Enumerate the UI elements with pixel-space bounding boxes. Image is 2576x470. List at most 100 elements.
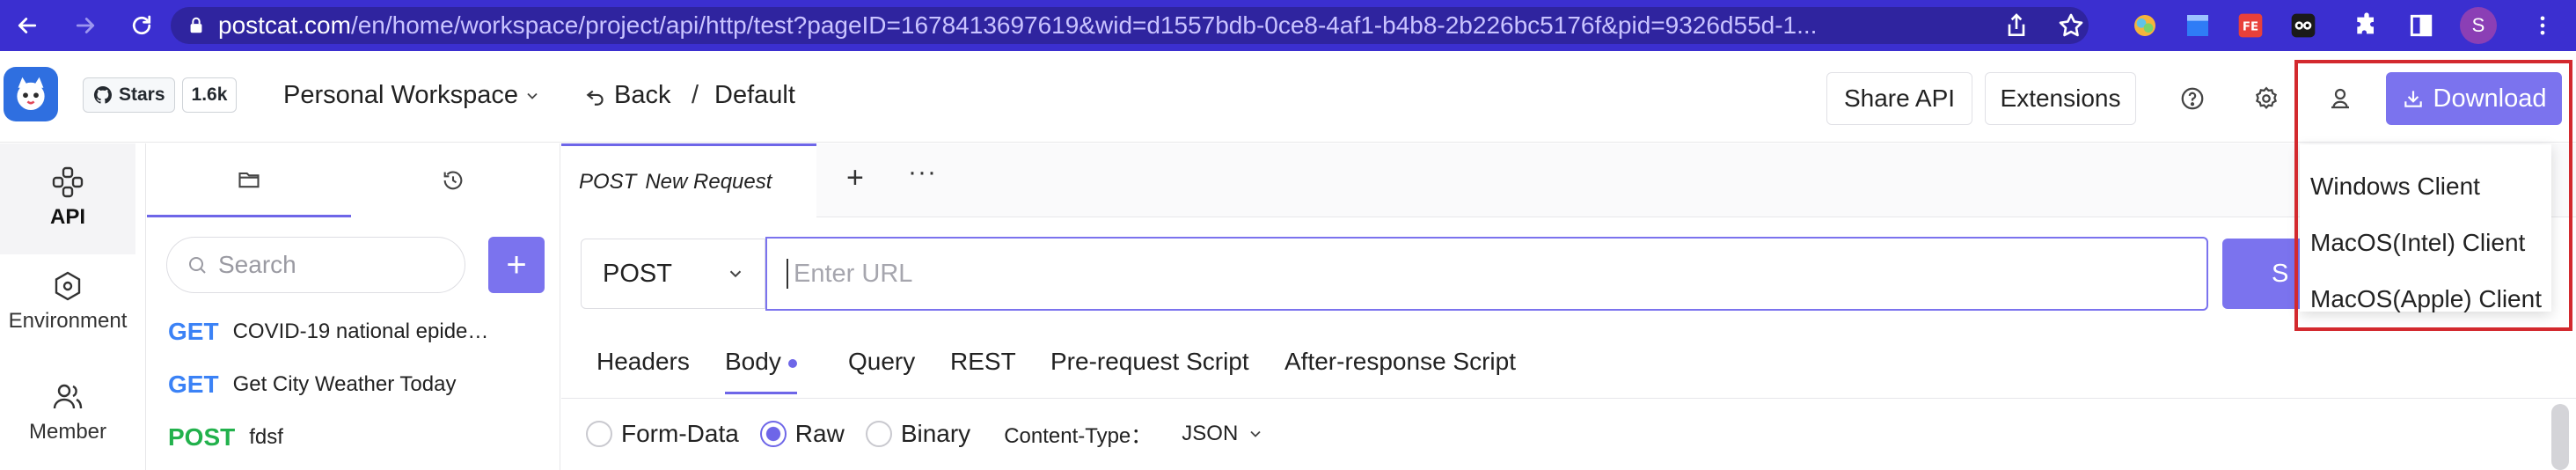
content-type-select[interactable]: JSON: [1182, 422, 1264, 446]
api-list-panel: Search + GET COVID-19 national epide… GE…: [147, 143, 560, 470]
extension-color-icon[interactable]: [2129, 10, 2161, 41]
nav-api[interactable]: API: [0, 143, 135, 254]
tab-headers[interactable]: Headers: [596, 348, 690, 376]
nav-member-label: Member: [28, 420, 107, 444]
stars-label: Stars: [119, 84, 165, 105]
radio-label: Form-Data: [621, 419, 739, 447]
side-panel-icon[interactable]: [2405, 10, 2437, 41]
nav-environment-label: Environment: [8, 309, 128, 333]
search-icon: [189, 257, 206, 274]
tab-rest[interactable]: REST: [950, 348, 1016, 376]
url-placeholder: Enter URL: [794, 259, 913, 288]
radio-form-data[interactable]: Form-Data: [586, 420, 739, 448]
chevron-down-icon: [1250, 430, 1261, 437]
reload-icon[interactable]: [123, 7, 160, 44]
back-button[interactable]: Back: [584, 81, 670, 110]
content-type-value: JSON: [1182, 421, 1239, 445]
method-select[interactable]: POST: [581, 239, 765, 309]
postcat-logo[interactable]: [4, 67, 58, 121]
share-api-button[interactable]: Share API: [1826, 72, 1972, 125]
new-tab-button[interactable]: +: [846, 161, 864, 195]
help-icon[interactable]: [2175, 81, 2210, 116]
tab-query[interactable]: Query: [848, 348, 915, 376]
profile-avatar[interactable]: S: [2460, 7, 2497, 44]
request-tab-name: New Request: [645, 169, 772, 194]
extension-fe-icon[interactable]: FE: [2235, 10, 2266, 41]
radio-binary[interactable]: Binary: [865, 419, 971, 448]
api-list-item[interactable]: GET Get City Weather Today: [168, 371, 546, 399]
github-stars-button[interactable]: Stars: [83, 77, 175, 113]
request-editor: POST New Request + ··· POST Enter URL S …: [561, 143, 2576, 470]
radio-circle: [586, 420, 612, 447]
request-tab[interactable]: POST New Request: [561, 143, 816, 217]
back-arrow-icon[interactable]: [9, 7, 46, 44]
search-placeholder: Search: [218, 251, 296, 278]
extension-window-icon[interactable]: [2182, 10, 2214, 41]
request-tab-method: POST: [579, 169, 637, 194]
method-badge: GET: [168, 318, 219, 345]
forward-arrow-icon[interactable]: [67, 7, 104, 44]
radio-circle: [759, 420, 787, 447]
api-name: COVID-19 national epide…: [232, 319, 489, 343]
method-badge: GET: [168, 371, 219, 398]
app-header: Stars 1.6k Personal Workspace Back / Def…: [0, 51, 2576, 143]
history-icon: [443, 171, 463, 190]
tab-history[interactable]: [351, 143, 555, 217]
breadcrumb-separator: /: [692, 81, 699, 109]
svg-text:FE: FE: [2243, 20, 2258, 33]
add-api-button[interactable]: +: [488, 237, 545, 293]
workspace-selector[interactable]: Personal Workspace: [283, 81, 541, 110]
environment-icon: [55, 271, 81, 301]
undo-icon: [586, 90, 604, 106]
bookmark-star-icon[interactable]: [2055, 10, 2087, 41]
editor-scrollbar[interactable]: [2551, 404, 2569, 470]
github-icon: [93, 85, 112, 104]
tab-body[interactable]: Body: [725, 348, 797, 394]
tab-after-response-script[interactable]: After-response Script: [1284, 348, 1516, 376]
settings-gear-icon[interactable]: [2249, 81, 2284, 116]
method-select-value: POST: [603, 259, 672, 288]
extensions-puzzle-icon[interactable]: [2351, 10, 2382, 41]
tab-folders[interactable]: [147, 143, 351, 217]
github-stars[interactable]: Stars 1.6k: [83, 77, 238, 113]
back-label: Back: [614, 81, 671, 109]
url-text: postcat.com/en/home/workspace/project/ap…: [218, 11, 1818, 39]
lock-icon: [190, 17, 202, 33]
workspace-name: Personal Workspace: [283, 81, 519, 109]
api-list-item[interactable]: GET COVID-19 national epide…: [168, 318, 546, 346]
api-icon: [52, 166, 84, 198]
api-list-item[interactable]: POST fdsf: [168, 423, 546, 452]
text-caret: [787, 259, 788, 289]
chevron-down-icon: [729, 270, 742, 278]
radio-circle: [865, 420, 892, 447]
url-input[interactable]: Enter URL: [765, 237, 2208, 311]
body-type-options: Form-Data Raw Binary Content-Type： JSON: [586, 418, 1264, 449]
extensions-button[interactable]: Extensions: [1985, 72, 2136, 125]
tab-body-label: Body: [725, 348, 781, 375]
radio-label: Binary: [900, 419, 971, 447]
method-badge: POST: [168, 423, 236, 451]
nav-member[interactable]: Member: [0, 379, 135, 467]
content-type-label: Content-Type：: [1004, 424, 1153, 448]
share-icon[interactable]: [2001, 10, 2032, 41]
nav-api-label: API: [49, 205, 85, 229]
browser-toolbar: postcat.com/en/home/workspace/project/ap…: [0, 0, 2576, 51]
extension-owl-icon[interactable]: [2287, 10, 2319, 41]
tab-pre-request-script[interactable]: Pre-request Script: [1050, 348, 1249, 376]
radio-label: Raw: [794, 419, 845, 447]
breadcrumb-current[interactable]: Default: [714, 81, 795, 110]
nav-environment[interactable]: Environment: [0, 268, 135, 356]
chevron-down-icon: [527, 92, 538, 99]
api-name: Get City Weather Today: [232, 372, 457, 396]
request-tab-bar: POST New Request + ···: [561, 143, 2576, 217]
api-name: fdsf: [249, 425, 283, 449]
left-nav-rail: API Environment Member: [0, 143, 146, 470]
search-input[interactable]: Search: [166, 237, 465, 293]
tab-more-button[interactable]: ···: [908, 158, 937, 187]
highlight-box: [2294, 60, 2572, 331]
radio-raw[interactable]: Raw: [759, 419, 845, 448]
folder-icon: [238, 172, 260, 187]
address-bar[interactable]: postcat.com/en/home/workspace/project/ap…: [171, 7, 2089, 44]
browser-menu-icon[interactable]: [2525, 7, 2560, 44]
stars-count[interactable]: 1.6k: [181, 77, 238, 113]
